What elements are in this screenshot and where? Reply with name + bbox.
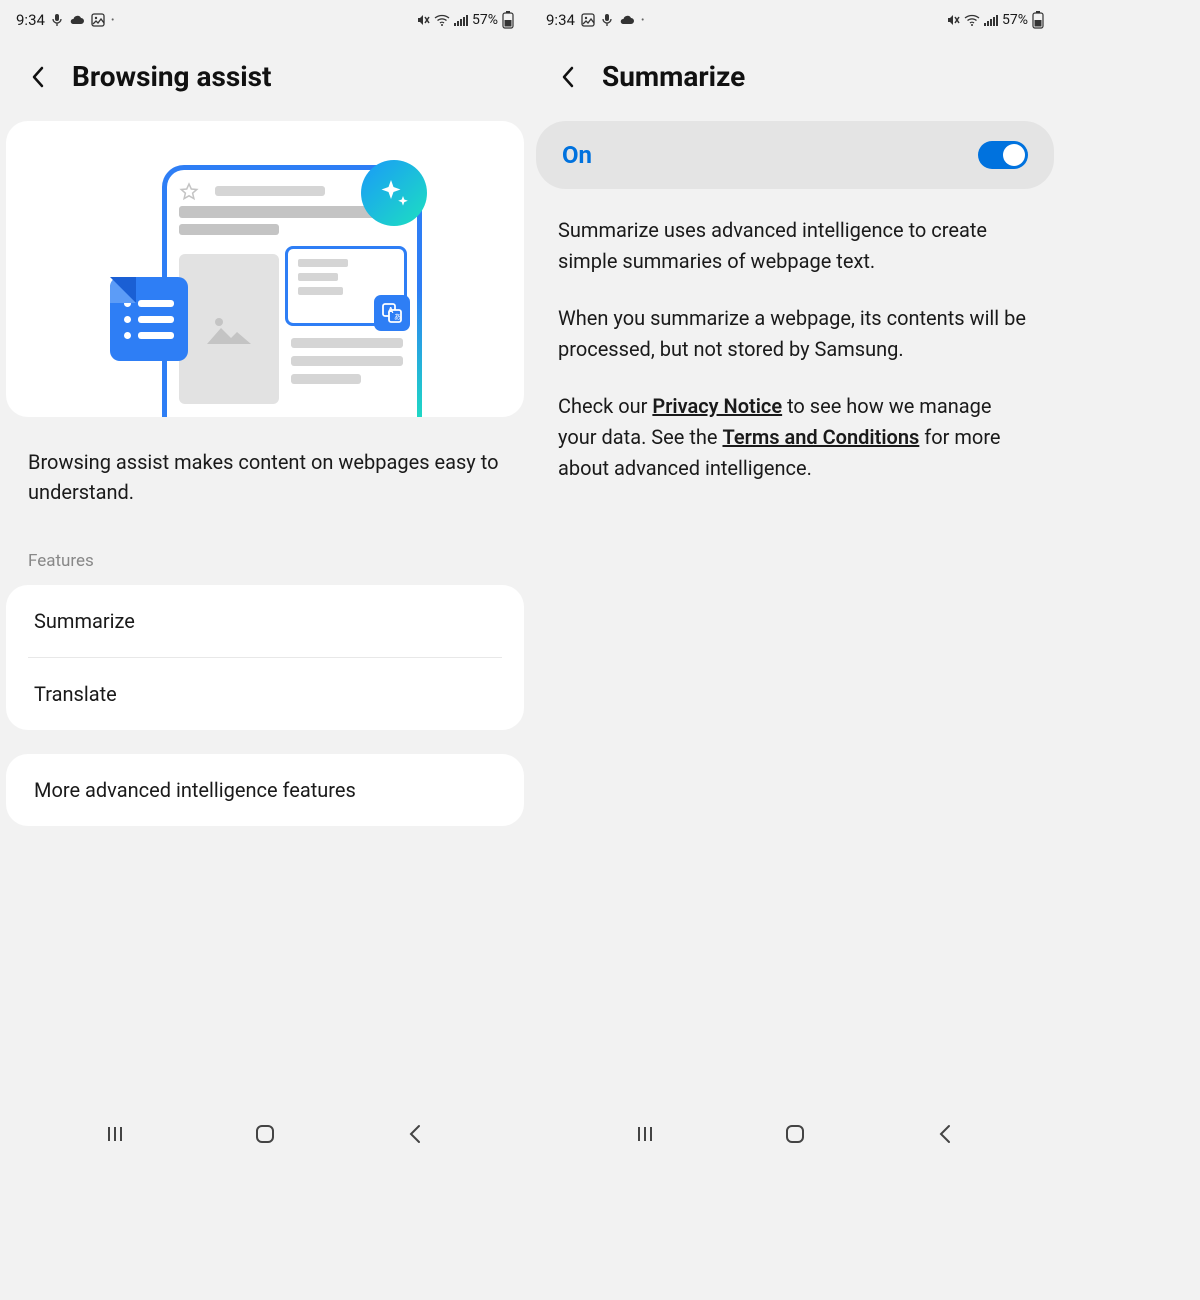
wifi-icon [434, 14, 450, 26]
dot-icon: • [111, 15, 114, 26]
mic-icon [51, 13, 63, 27]
back-button[interactable] [28, 67, 48, 87]
nav-bar [0, 1108, 530, 1160]
features-label: Features [0, 515, 530, 585]
browsing-assist-screen: 9:34 • 57% Browsing assist [0, 0, 530, 1160]
summarize-description-1: Summarize uses advanced intelligence to … [530, 215, 1060, 277]
features-card: Summarize Translate [6, 585, 524, 730]
more-features[interactable]: More advanced intelligence features [6, 754, 524, 826]
description-text: Browsing assist makes content on webpage… [0, 429, 530, 515]
status-bar: 9:34 • 57% [530, 0, 1060, 36]
more-features-card: More advanced intelligence features [6, 754, 524, 826]
privacy-notice-link[interactable]: Privacy Notice [652, 394, 782, 418]
image-icon [581, 13, 595, 27]
recents-button[interactable] [101, 1120, 129, 1148]
star-outline-icon [179, 182, 199, 202]
signal-icon [984, 14, 998, 26]
header: Browsing assist [0, 36, 530, 121]
svg-text:あ: あ [394, 313, 401, 321]
battery-icon [502, 11, 514, 29]
battery-icon [1032, 11, 1044, 29]
back-button[interactable] [558, 67, 578, 87]
nav-bar [530, 1108, 1060, 1160]
terms-link[interactable]: Terms and Conditions [722, 425, 919, 449]
page-title: Summarize [602, 60, 745, 93]
status-bar: 9:34 • 57% [0, 0, 530, 36]
signal-icon [454, 14, 468, 26]
mute-icon [946, 13, 960, 27]
header: Summarize [530, 36, 1060, 121]
recents-button[interactable] [631, 1120, 659, 1148]
image-icon [91, 13, 105, 27]
dot-icon: • [641, 15, 644, 26]
page-title: Browsing assist [72, 60, 272, 93]
feature-summarize[interactable]: Summarize [6, 585, 524, 657]
summarize-description-2: When you summarize a webpage, its conten… [530, 303, 1060, 365]
sparkle-icon [361, 160, 427, 226]
battery-pct: 57% [472, 12, 498, 28]
toggle-switch[interactable] [978, 141, 1028, 169]
summarize-screen: 9:34 • 57% Summarize On Summarize uses a… [530, 0, 1060, 1160]
wifi-icon [964, 14, 980, 26]
status-time: 9:34 [546, 11, 575, 29]
battery-pct: 57% [1002, 12, 1028, 28]
toggle-label: On [562, 141, 592, 169]
toggle-knob [1003, 144, 1025, 166]
translate-icon: Aあ [374, 295, 410, 331]
summarize-description-3: Check our Privacy Notice to see how we m… [530, 391, 1060, 484]
home-button[interactable] [251, 1120, 279, 1148]
summarize-toggle-row[interactable]: On [536, 121, 1054, 189]
cloud-icon [619, 14, 635, 26]
home-button[interactable] [781, 1120, 809, 1148]
cloud-icon [69, 14, 85, 26]
mute-icon [416, 13, 430, 27]
status-time: 9:34 [16, 11, 45, 29]
hero-illustration-card: Aあ [6, 121, 524, 417]
nav-back-button[interactable] [401, 1120, 429, 1148]
nav-back-button[interactable] [931, 1120, 959, 1148]
mic-icon [601, 13, 613, 27]
feature-translate[interactable]: Translate [6, 658, 524, 730]
